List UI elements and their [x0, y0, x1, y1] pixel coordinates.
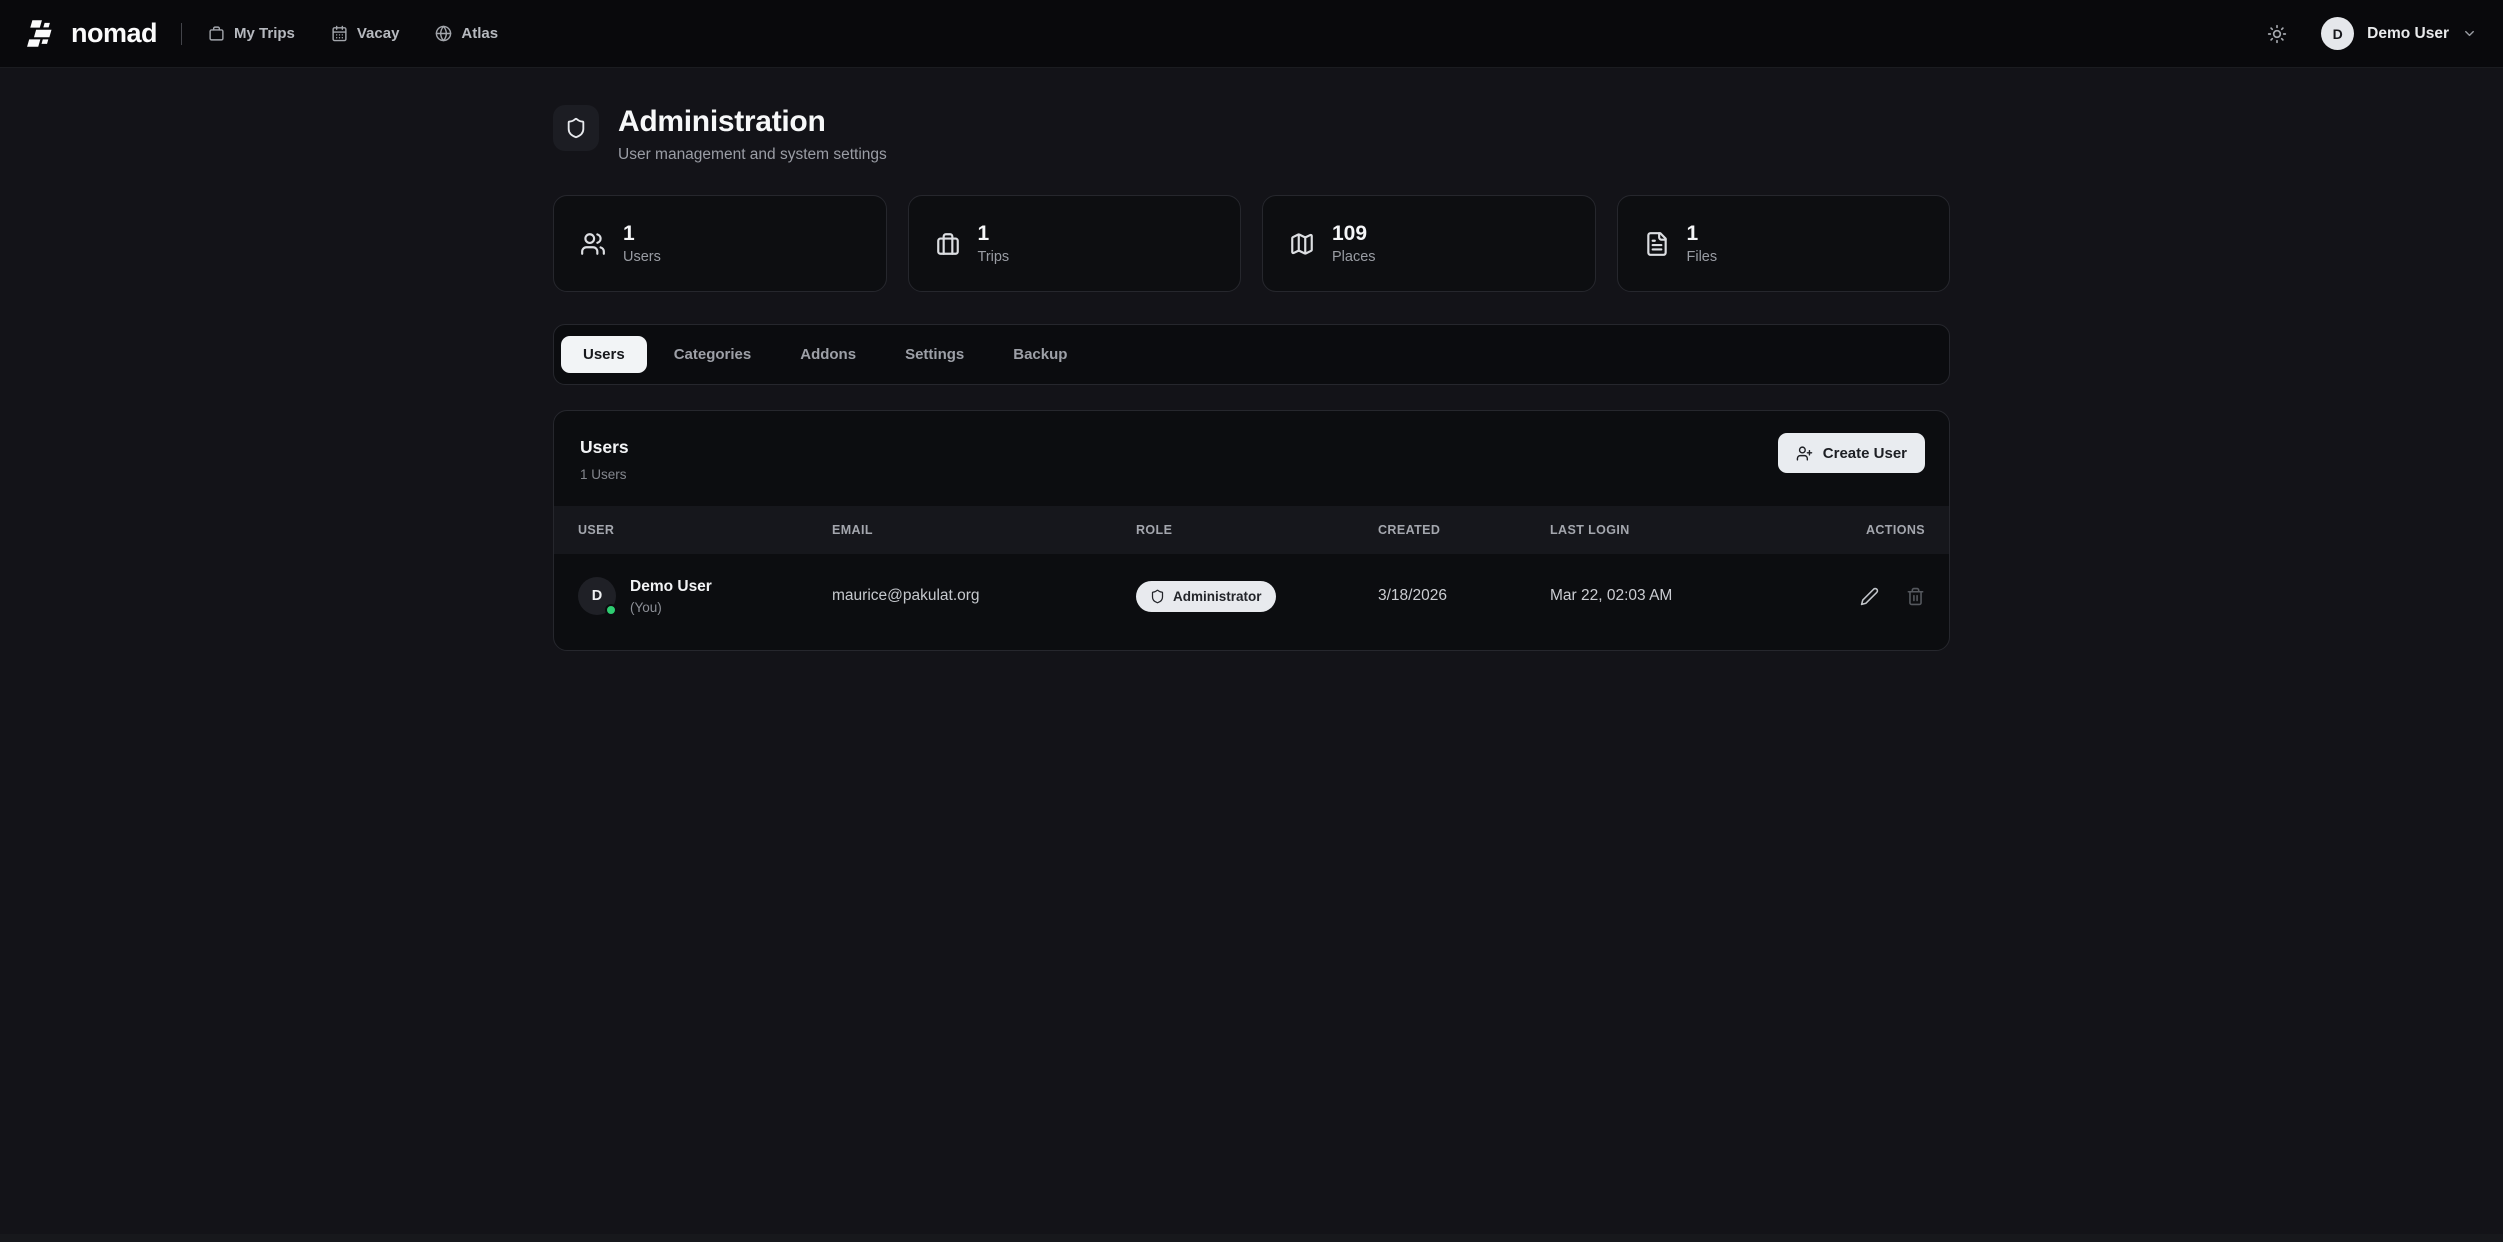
nav-item-label: Atlas — [461, 25, 498, 42]
admin-tabs: Users Categories Addons Settings Backup — [553, 324, 1950, 385]
avatar: D — [578, 577, 616, 615]
column-header-last-login: Last Login — [1550, 523, 1790, 537]
stat-label: Places — [1332, 249, 1376, 265]
column-header-actions: Actions — [1790, 523, 1925, 537]
users-panel: Users 1 Users Create User User Email Rol… — [553, 410, 1950, 651]
role-cell: Administrator — [1136, 581, 1378, 612]
globe-icon — [435, 25, 452, 42]
chevron-down-icon — [2462, 26, 2477, 41]
stat-value: 1 — [978, 222, 1010, 246]
column-header-role: Role — [1136, 523, 1378, 537]
row-you-label: (You) — [630, 600, 712, 615]
users-panel-title: Users — [580, 437, 1925, 458]
stat-value: 1 — [623, 222, 661, 246]
nav-item-atlas[interactable]: Atlas — [435, 25, 498, 42]
file-text-icon — [1644, 231, 1670, 257]
nomad-logo-icon — [26, 17, 60, 51]
create-user-label: Create User — [1823, 445, 1907, 462]
top-nav: nomad My Trips Vacay Atlas D De — [0, 0, 2503, 68]
column-header-email: Email — [832, 523, 1136, 537]
role-label: Administrator — [1173, 589, 1262, 604]
map-icon — [1289, 231, 1315, 257]
shield-icon — [553, 105, 599, 151]
row-email: maurice@pakulat.org — [832, 587, 1136, 605]
trash-icon — [1906, 587, 1925, 606]
row-created: 3/18/2026 — [1378, 587, 1550, 605]
page-title: Administration — [618, 105, 887, 139]
table-row: D Demo User (You) maurice@pakulat.org Ad… — [554, 554, 1949, 638]
users-count: 1 Users — [580, 467, 1925, 482]
main-content: Administration User management and syste… — [553, 68, 1950, 651]
tab-users[interactable]: Users — [561, 336, 647, 373]
stat-label: Trips — [978, 249, 1010, 265]
avatar: D — [2321, 17, 2354, 50]
pencil-icon — [1860, 587, 1879, 606]
nav-item-vacay[interactable]: Vacay — [331, 25, 400, 42]
stat-card-users: 1 Users — [553, 195, 887, 292]
tab-settings[interactable]: Settings — [883, 336, 986, 373]
stat-card-places: 109 Places — [1262, 195, 1596, 292]
table-header: User Email Role Created Last Login Actio… — [554, 506, 1949, 554]
row-user-name: Demo User — [630, 578, 712, 596]
tab-backup[interactable]: Backup — [991, 336, 1089, 373]
stat-label: Users — [623, 249, 661, 265]
stat-value: 1 — [1687, 222, 1718, 246]
brand-name: nomad — [71, 18, 157, 49]
actions-cell — [1790, 587, 1925, 606]
nav-item-label: My Trips — [234, 25, 295, 42]
role-badge: Administrator — [1136, 581, 1276, 612]
nav-item-label: Vacay — [357, 25, 400, 42]
column-header-created: Created — [1378, 523, 1550, 537]
user-name: Demo User — [2367, 25, 2449, 43]
nav-links: My Trips Vacay Atlas — [208, 25, 498, 42]
briefcase-icon — [935, 231, 961, 257]
stat-value: 109 — [1332, 222, 1376, 246]
delete-user-button[interactable] — [1906, 587, 1925, 606]
shield-icon — [1150, 589, 1165, 604]
nav-divider — [181, 23, 182, 45]
tab-addons[interactable]: Addons — [778, 336, 878, 373]
user-menu[interactable]: D Demo User — [2321, 17, 2477, 50]
stat-label: Files — [1687, 249, 1718, 265]
tab-categories[interactable]: Categories — [652, 336, 774, 373]
user-cell: D Demo User (You) — [578, 577, 832, 615]
nav-right: D Demo User — [2267, 17, 2477, 50]
stats-row: 1 Users 1 Trips 109 Places — [553, 195, 1950, 292]
users-panel-header: Users 1 Users Create User — [554, 411, 1949, 506]
row-last-login: Mar 22, 02:03 AM — [1550, 587, 1790, 605]
online-status-dot — [605, 604, 617, 616]
users-icon — [580, 231, 606, 257]
column-header-user: User — [578, 523, 832, 537]
stat-card-trips: 1 Trips — [908, 195, 1242, 292]
stat-card-files: 1 Files — [1617, 195, 1951, 292]
edit-user-button[interactable] — [1860, 587, 1879, 606]
briefcase-icon — [208, 25, 225, 42]
calendar-icon — [331, 25, 348, 42]
theme-toggle-sun-icon[interactable] — [2267, 24, 2287, 44]
page-header: Administration User management and syste… — [553, 105, 1950, 164]
create-user-button[interactable]: Create User — [1778, 433, 1925, 473]
page-subtitle: User management and system settings — [618, 146, 887, 164]
footer-strip — [0, 1234, 2503, 1242]
brand-logo[interactable]: nomad — [26, 17, 157, 51]
nav-item-my-trips[interactable]: My Trips — [208, 25, 295, 42]
user-plus-icon — [1796, 445, 1813, 462]
